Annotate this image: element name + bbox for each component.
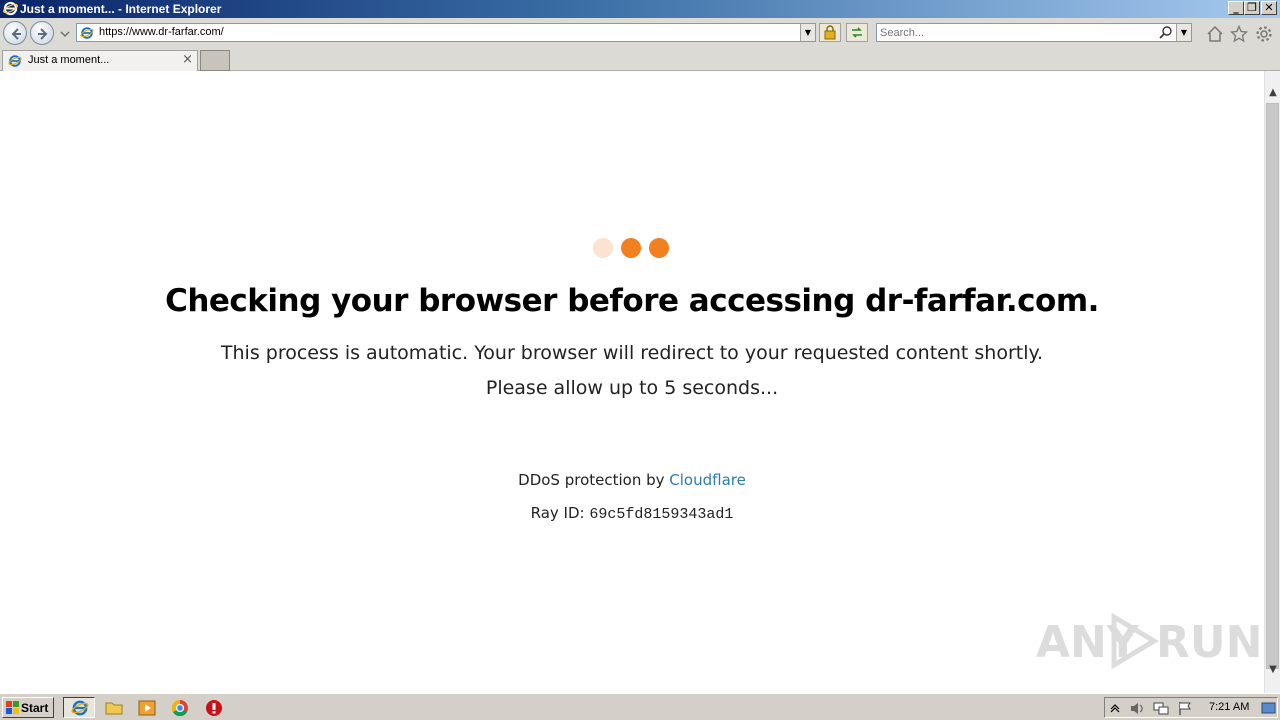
loading-dots <box>593 238 673 258</box>
loading-dot-1 <box>593 238 613 258</box>
volume-icon[interactable] <box>1129 701 1145 716</box>
refresh-button[interactable] <box>846 23 868 42</box>
refresh-icon <box>852 27 862 38</box>
loading-dot-2 <box>621 238 641 258</box>
chrome-icon[interactable] <box>170 698 190 718</box>
watermark-text-right: RUN <box>1156 617 1263 668</box>
search-dropdown-icon[interactable]: ▼ <box>1176 24 1191 41</box>
start-button[interactable]: Start <box>2 697 54 718</box>
vertical-scrollbar[interactable]: ▲ ▼ <box>1264 71 1280 693</box>
windows-logo-icon <box>6 701 19 714</box>
taskbar: Start 7:21 AM <box>0 693 1280 720</box>
scrollbar-thumb[interactable] <box>1266 103 1279 669</box>
site-favicon-icon <box>80 27 94 39</box>
show-desktop-icon[interactable] <box>1261 701 1276 715</box>
favorites-star-icon[interactable] <box>1230 25 1248 43</box>
address-dropdown-icon[interactable]: ▼ <box>800 24 815 41</box>
navigation-bar: https://www.dr-farfar.com/ ▼ ▼ <box>0 18 1280 48</box>
tab-label: Just a moment... <box>28 54 110 66</box>
forward-arrow-icon <box>38 28 48 40</box>
home-icon[interactable] <box>1206 25 1224 43</box>
system-clock[interactable]: 7:21 AM <box>1209 701 1249 713</box>
loading-dot-3 <box>649 238 669 258</box>
restore-button[interactable]: ❐ <box>1244 1 1260 15</box>
internet-explorer-icon <box>3 1 18 16</box>
recent-pages-dropdown-icon[interactable] <box>60 30 70 38</box>
scroll-down-arrow-icon[interactable]: ▼ <box>1267 663 1279 677</box>
search-box[interactable]: ▼ <box>876 23 1192 42</box>
url-text[interactable]: https://www.dr-farfar.com/ <box>99 25 224 40</box>
page-content: Checking your browser before accessing d… <box>0 71 1264 693</box>
ddos-protection-line: DDoS protection by Cloudflare <box>0 471 1264 489</box>
watermark-play-icon <box>1111 613 1159 669</box>
file-explorer-folder-icon[interactable] <box>104 698 124 718</box>
address-bar[interactable]: https://www.dr-farfar.com/ ▼ <box>76 23 816 42</box>
cloudflare-link[interactable]: Cloudflare <box>669 471 746 489</box>
back-arrow-icon <box>11 28 21 40</box>
window-title: Just a moment... - Internet Explorer <box>20 2 222 16</box>
ray-id-value: 69c5fd8159343ad1 <box>589 506 734 523</box>
forward-button[interactable] <box>30 21 54 45</box>
opera-icon[interactable] <box>204 698 224 718</box>
lock-icon <box>824 25 836 40</box>
tab-just-a-moment[interactable]: Just a moment... × <box>2 50 198 71</box>
ray-id-line: Ray ID: 69c5fd8159343ad1 <box>0 504 1264 523</box>
tab-bar: Just a moment... × <box>0 48 1280 71</box>
search-icon[interactable] <box>1159 25 1173 40</box>
security-lock-button[interactable] <box>819 23 841 42</box>
redirect-message: This process is automatic. Your browser … <box>220 342 1044 364</box>
internet-explorer-icon <box>71 700 89 716</box>
media-player-icon[interactable] <box>137 698 157 718</box>
ray-id-label: Ray ID: <box>530 504 590 522</box>
search-input[interactable] <box>880 25 1150 40</box>
tools-gear-icon[interactable] <box>1255 25 1273 43</box>
show-hidden-icons-icon[interactable] <box>1109 702 1121 714</box>
new-tab-button[interactable] <box>200 50 230 71</box>
anyrun-watermark-logo: ANY RUN <box>1036 607 1262 671</box>
minimize-button[interactable]: _ <box>1228 1 1244 15</box>
scroll-up-arrow-icon[interactable]: ▲ <box>1267 86 1279 100</box>
tab-favicon-icon <box>8 55 22 67</box>
window-title-bar[interactable]: Just a moment... - Internet Explorer _ ❐… <box>0 0 1280 18</box>
system-tray: 7:21 AM <box>1104 697 1278 718</box>
tab-close-icon[interactable]: × <box>182 52 193 67</box>
network-icon[interactable] <box>1153 701 1169 716</box>
taskbar-internet-explorer[interactable] <box>63 697 95 718</box>
ddos-prefix: DDoS protection by <box>518 471 670 489</box>
start-label: Start <box>21 701 49 715</box>
close-window-button[interactable]: ✕ <box>1261 1 1277 15</box>
back-button[interactable] <box>3 21 27 45</box>
wait-message: Please allow up to 5 seconds... <box>485 377 779 399</box>
action-center-flag-icon[interactable] <box>1177 701 1193 716</box>
page-heading: Checking your browser before accessing d… <box>165 283 1099 319</box>
